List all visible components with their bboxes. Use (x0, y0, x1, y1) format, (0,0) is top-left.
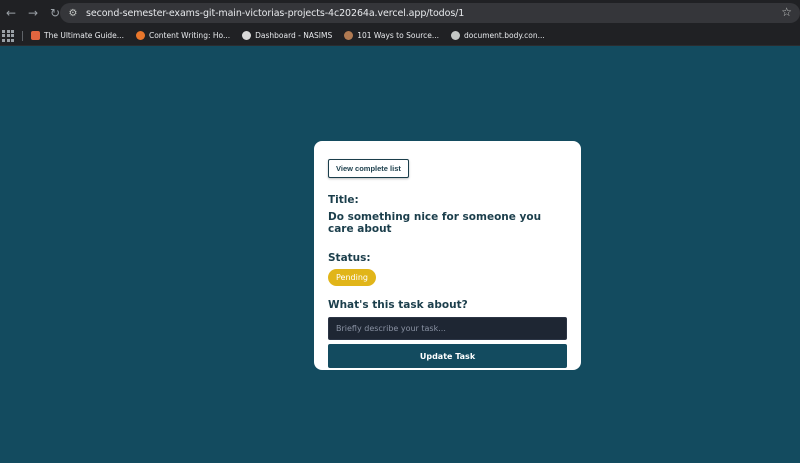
bookmark-item[interactable]: Content Writing: Ho... (135, 31, 231, 40)
browser-toolbar: ← → ↻ ⚙ second-semester-exams-git-main-v… (0, 0, 800, 26)
status-label: Status: (328, 252, 371, 264)
bookmark-favicon-icon (31, 31, 40, 40)
bookmark-label: document.body.con... (464, 31, 545, 40)
bookmark-label: Content Writing: Ho... (148, 31, 231, 40)
bookmark-label: The Ultimate Guide... (44, 31, 124, 40)
bookmark-label: 101 Ways to Source... (357, 31, 440, 40)
apps-grid-icon[interactable] (2, 29, 16, 43)
arrow-left-icon: ← (5, 6, 17, 20)
description-input[interactable] (328, 317, 567, 340)
title-label: Title: (328, 194, 359, 206)
description-label: What's this task about? (328, 299, 468, 311)
reload-icon: ↻ (49, 6, 61, 20)
bookmark-item[interactable]: The Ultimate Guide... (31, 31, 124, 40)
forward-button[interactable]: → (22, 0, 44, 26)
todo-card: View complete list Title: Do something n… (314, 141, 581, 370)
todo-title: Do something nice for someone you care a… (328, 211, 542, 235)
bookmarks-bar: The Ultimate Guide... Content Writing: H… (0, 26, 800, 46)
arrow-right-icon: → (27, 6, 39, 20)
address-bar[interactable]: ⚙ second-semester-exams-git-main-victori… (60, 3, 800, 23)
update-task-button[interactable]: Update Task (328, 344, 567, 368)
bookmark-item[interactable]: document.body.con... (451, 31, 545, 40)
bookmark-item[interactable]: Dashboard - NASIMS (242, 31, 332, 40)
back-button[interactable]: ← (0, 0, 22, 26)
bookmarks-divider (22, 30, 23, 41)
bookmark-favicon-icon (344, 31, 354, 40)
bookmark-favicon-icon (242, 31, 252, 40)
bookmark-star-icon[interactable]: ☆ (781, 5, 792, 19)
view-complete-list-button[interactable]: View complete list (328, 159, 409, 178)
globe-icon (451, 31, 461, 40)
bookmark-favicon-icon (135, 31, 145, 40)
bookmark-label: Dashboard - NASIMS (255, 31, 333, 40)
bookmark-item[interactable]: 101 Ways to Source... (344, 31, 439, 40)
site-settings-icon[interactable]: ⚙ (66, 6, 80, 20)
url-text[interactable]: second-semester-exams-git-main-victorias… (86, 8, 464, 19)
status-badge: Pending (328, 269, 376, 286)
